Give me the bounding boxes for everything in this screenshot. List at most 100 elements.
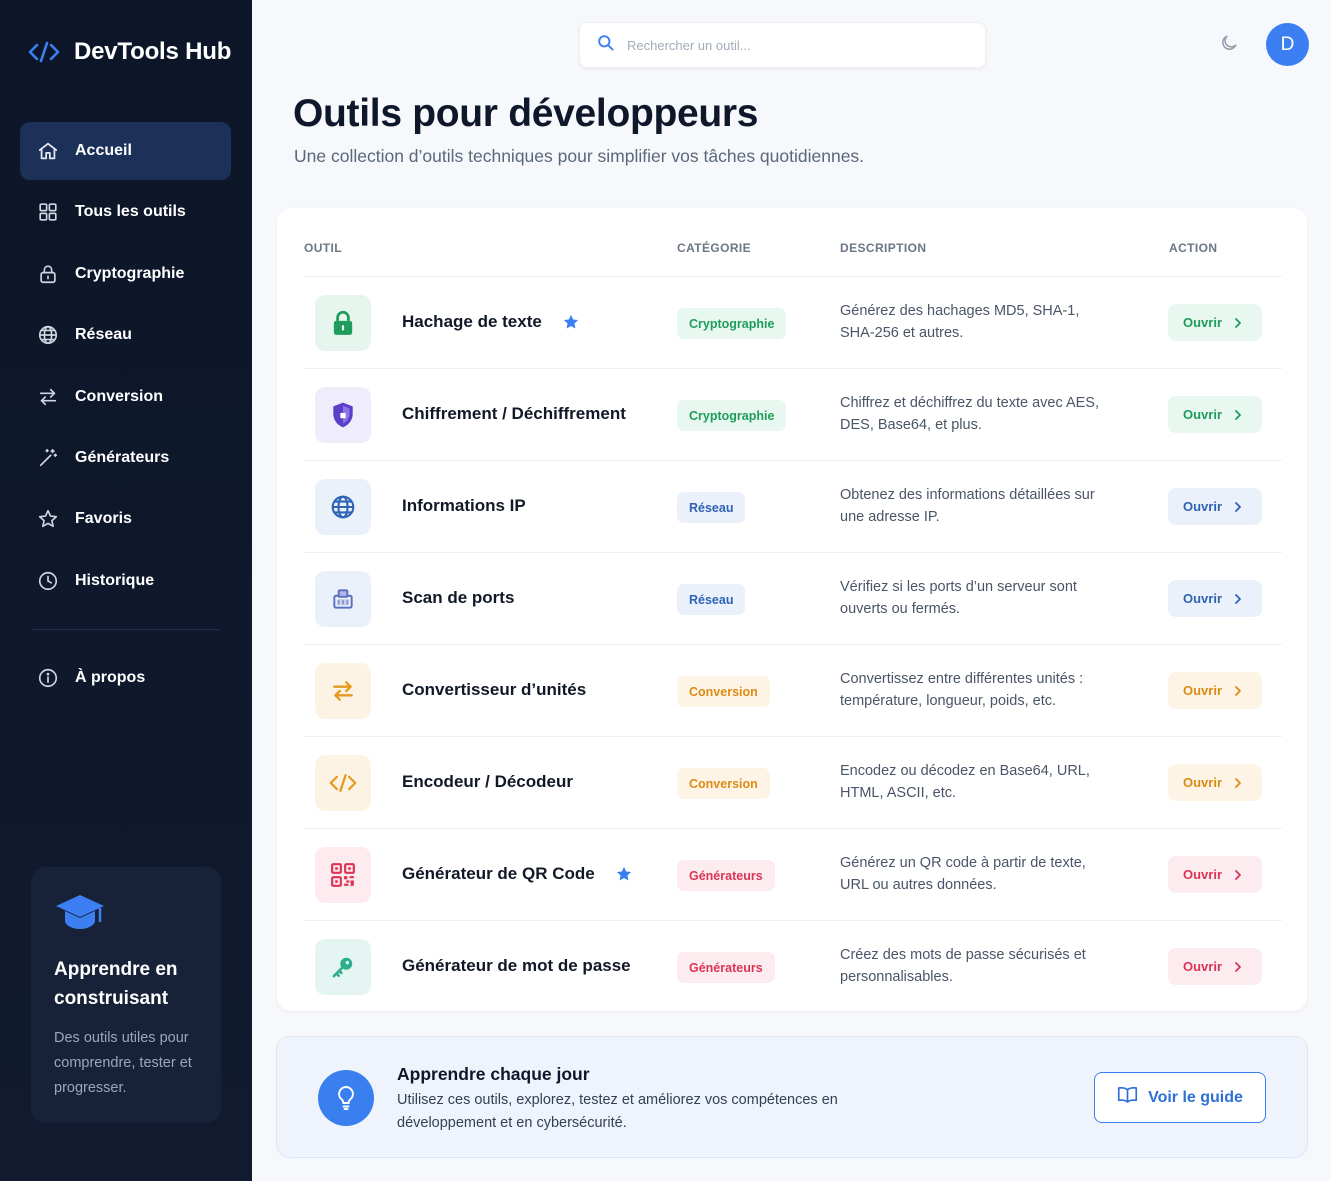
open-button-label: Ouvrir — [1183, 867, 1223, 882]
home-icon — [37, 140, 59, 162]
globe-icon — [315, 479, 371, 535]
tool-description: Encodez ou décodez en Base64, URL, HTML,… — [840, 763, 1090, 801]
view-guide-button[interactable]: Voir le guide — [1094, 1072, 1266, 1123]
learning-banner: Apprendre chaque jour Utilisez ces outil… — [276, 1036, 1308, 1158]
open-button-label: Ouvrir — [1183, 407, 1223, 422]
category-badge: Générateurs — [677, 952, 775, 983]
column-header-action: ACTION — [1169, 241, 1218, 255]
info-icon — [37, 667, 59, 689]
tool-name: Informations IP — [402, 496, 526, 516]
view-guide-label: Voir le guide — [1148, 1088, 1243, 1106]
grid-icon — [37, 201, 59, 223]
sidebar-item-historique[interactable]: Historique — [20, 552, 231, 610]
page-title: Outils pour développeurs — [293, 92, 759, 135]
tool-description: Générez des hachages MD5, SHA-1, SHA-256… — [840, 303, 1080, 341]
lock-icon — [37, 263, 59, 285]
column-header-outil: OUTIL — [304, 241, 342, 255]
favorite-star-icon[interactable] — [562, 313, 580, 331]
sidebar-item-label: À propos — [75, 669, 146, 686]
sidebar-item-accueil[interactable]: Accueil — [20, 122, 231, 180]
sidebar-item-a-propos[interactable]: À propos — [20, 649, 231, 707]
tool-name: Chiffrement / Déchiffrement — [402, 404, 626, 424]
avatar[interactable]: D — [1266, 23, 1309, 66]
chevron-right-icon — [1231, 408, 1245, 422]
app-name: DevTools Hub — [74, 38, 232, 65]
tool-name-label: Hachage de texte — [402, 312, 542, 331]
lock-icon — [315, 295, 371, 351]
tool-name-label: Encodeur / Décodeur — [402, 772, 573, 791]
lightbulb-icon — [318, 1070, 374, 1126]
tool-description: Générez un QR code à partir de texte, UR… — [840, 855, 1086, 893]
open-button[interactable]: Ouvrir — [1168, 396, 1262, 433]
graduation-cap-icon — [54, 891, 106, 935]
sidebar-divider — [32, 629, 220, 630]
open-button[interactable]: Ouvrir — [1168, 948, 1262, 985]
tool-name: Convertisseur d’unités — [402, 680, 586, 700]
tool-name: Générateur de QR Code — [402, 864, 633, 884]
search-input[interactable] — [627, 37, 947, 53]
chevron-right-icon — [1231, 776, 1245, 790]
learn-card: Apprendre en construisant Des outils uti… — [31, 867, 221, 1123]
sidebar-item-label: Favoris — [75, 510, 132, 528]
network-icon — [315, 571, 371, 627]
category-badge: Cryptographie — [677, 308, 787, 339]
table-header: OUTIL CATÉGORIE DESCRIPTION ACTION — [304, 208, 1282, 277]
open-button[interactable]: Ouvrir — [1168, 488, 1262, 525]
tool-name-label: Convertisseur d’unités — [402, 680, 587, 699]
tool-name: Générateur de mot de passe — [402, 956, 631, 976]
sidebar-item-generateurs[interactable]: Générateurs — [20, 429, 231, 487]
open-button-label: Ouvrir — [1183, 683, 1223, 698]
table-row: Générateur de mot de passe Générateurs C… — [304, 921, 1282, 1013]
open-button[interactable]: Ouvrir — [1168, 856, 1262, 893]
learn-card-title: Apprendre en construisant — [54, 959, 178, 1009]
sidebar-item-label: Historique — [75, 571, 155, 589]
open-button-label: Ouvrir — [1183, 315, 1223, 330]
chevron-right-icon — [1231, 500, 1245, 514]
open-button-label: Ouvrir — [1183, 591, 1223, 606]
qr-code-icon — [315, 847, 371, 903]
book-icon — [1117, 1086, 1138, 1109]
sidebar: DevTools Hub Accueil Tous les outils Cry… — [0, 0, 252, 1181]
tool-name: Hachage de texte — [402, 312, 580, 332]
category-badge: Conversion — [677, 676, 770, 707]
table-body: Hachage de texte Cryptographie Générez d… — [304, 277, 1282, 1013]
category-badge: Réseau — [677, 584, 746, 615]
table-row: Générateur de QR Code Générateurs Génére… — [304, 829, 1282, 921]
banner-text: Utilisez ces outils, explorez, testez et… — [397, 1092, 838, 1131]
open-button[interactable]: Ouvrir — [1168, 672, 1262, 709]
open-button-label: Ouvrir — [1183, 775, 1223, 790]
arrows-icon — [315, 663, 371, 719]
favorite-star-icon[interactable] — [615, 865, 633, 883]
open-button[interactable]: Ouvrir — [1168, 304, 1262, 341]
table-row: Convertisseur d’unités Conversion Conver… — [304, 645, 1282, 737]
sidebar-item-cryptographie[interactable]: Cryptographie — [20, 245, 231, 303]
page-subtitle: Une collection d’outils techniques pour … — [294, 146, 865, 166]
globe-icon — [37, 324, 59, 346]
sidebar-item-label: Réseau — [75, 326, 132, 344]
chevron-right-icon — [1231, 316, 1245, 330]
search-bar[interactable] — [579, 22, 986, 68]
brand[interactable]: DevTools Hub — [28, 36, 231, 68]
tool-description: Chiffrez et déchiffrez du texte avec AES… — [840, 395, 1099, 433]
banner-title: Apprendre chaque jour — [397, 1064, 590, 1084]
code-brackets-icon — [28, 36, 60, 68]
column-header-description: DESCRIPTION — [840, 241, 927, 255]
code-icon — [315, 755, 371, 811]
category-badge: Générateurs — [677, 860, 775, 891]
sidebar-item-conversion[interactable]: Conversion — [20, 368, 231, 426]
tools-table: OUTIL CATÉGORIE DESCRIPTION ACTION Hacha… — [277, 208, 1307, 1011]
open-button[interactable]: Ouvrir — [1168, 580, 1262, 617]
tool-name: Scan de ports — [402, 588, 514, 608]
open-button[interactable]: Ouvrir — [1168, 764, 1262, 801]
tool-name-label: Générateur de mot de passe — [402, 956, 631, 975]
sidebar-item-label: Générateurs — [75, 448, 170, 466]
tool-description: Convertissez entre différentes unités : … — [840, 671, 1084, 709]
open-button-label: Ouvrir — [1183, 959, 1223, 974]
tool-description: Vérifiez si les ports d’un serveur sont … — [840, 579, 1077, 617]
sidebar-item-tous-les-outils[interactable]: Tous les outils — [20, 183, 231, 241]
theme-toggle-button[interactable] — [1216, 32, 1242, 58]
sidebar-item-reseau[interactable]: Réseau — [20, 306, 231, 364]
sidebar-nav: Accueil Tous les outils Cryptographie Ré… — [20, 122, 231, 613]
sidebar-item-favoris[interactable]: Favoris — [20, 490, 231, 548]
table-row: Informations IP Réseau Obtenez des infor… — [304, 461, 1282, 553]
